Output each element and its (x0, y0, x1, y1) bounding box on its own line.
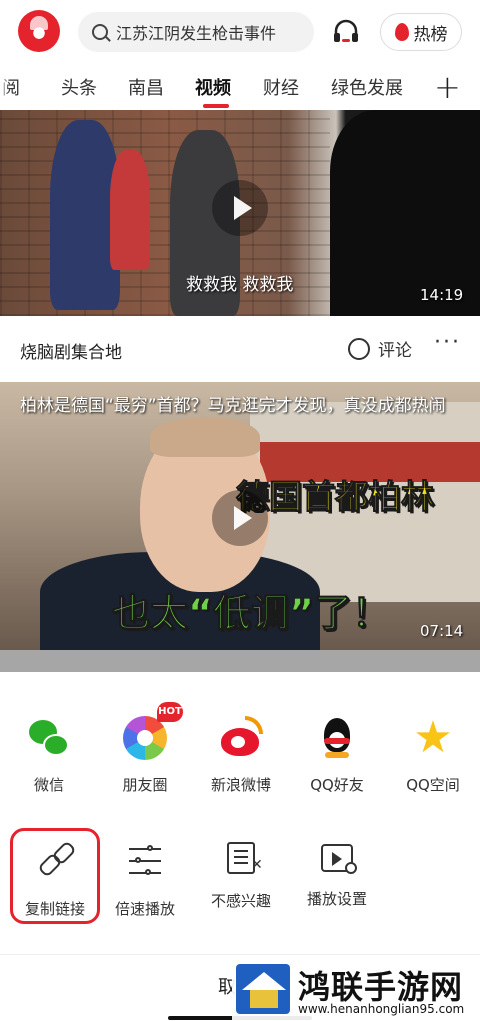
link-icon (33, 838, 77, 882)
action-label: 倍速播放 (114, 900, 175, 918)
action-label: 不感兴趣 (210, 892, 271, 910)
hot-badge: HOT (157, 702, 183, 722)
hot-list-button[interactable]: 热榜 (380, 13, 462, 51)
playback-speed-button[interactable]: 倍速播放 (100, 828, 190, 919)
video-duration: 14:19 (420, 286, 464, 304)
comment-button[interactable]: 评论 (348, 336, 412, 361)
hot-list-label: 热榜 (413, 24, 448, 45)
comment-icon (348, 337, 370, 360)
flame-icon (394, 23, 409, 41)
top-header: 江苏江阴发生枪击事件 热榜 (0, 0, 480, 64)
share-targets: 微信 HOT 朋友圈 新浪微博 QQ好友 ★ QQ空间 (0, 702, 480, 806)
tab-nanchang[interactable]: 南昌 (128, 74, 164, 100)
play-settings-button[interactable]: 播放设置 (292, 828, 382, 909)
tab-video[interactable]: 视频 (195, 74, 231, 100)
play-icon[interactable] (212, 180, 268, 236)
share-qq[interactable]: QQ好友 (292, 716, 382, 795)
video-meta-1: 烧脑剧集合地 评论 ··· (0, 316, 480, 378)
tab-green-development[interactable]: 绿色发展 (331, 74, 403, 100)
tabs-fade (0, 64, 10, 108)
comment-label: 评论 (378, 341, 412, 361)
video-duration: 07:14 (420, 622, 464, 640)
video-thumbnail-2[interactable]: 柏林是德国“最穷”首都？马克逛完才发现，真没成都热闹 德国首都柏林 也太“低调”… (0, 382, 480, 650)
search-text: 江苏江阴发生枪击事件 (116, 24, 277, 43)
qzone-icon: ★ (413, 712, 453, 763)
video-figure (110, 150, 150, 270)
video-caption-bottom: 也太“低调”了！ (112, 591, 391, 636)
play-icon[interactable] (212, 490, 268, 546)
share-label: 新浪微博 (210, 776, 271, 794)
qq-icon (315, 716, 359, 760)
share-moments[interactable]: HOT 朋友圈 (100, 702, 190, 795)
channel-tabs: 阅 头条 南昌 视频 财经 绿色发展 + (0, 64, 480, 108)
share-actions: 复制链接 倍速播放 ✕ 不感兴趣 播放设置 (0, 828, 480, 938)
share-label: 朋友圈 (122, 776, 168, 794)
video-title: 柏林是德国“最穷”首都？马克逛完才发现，真没成都热闹 (20, 396, 446, 416)
weibo-icon (219, 716, 263, 760)
speed-icon (123, 838, 167, 882)
action-label: 播放设置 (306, 890, 367, 908)
share-qzone[interactable]: ★ QQ空间 (388, 716, 478, 795)
wechat-icon (27, 716, 71, 760)
headphone-icon[interactable] (332, 17, 360, 45)
search-bar[interactable]: 江苏江阴发生枪击事件 (78, 12, 314, 52)
more-options-icon[interactable]: ··· (434, 330, 461, 355)
play-settings-icon (321, 844, 357, 874)
not-interested-button[interactable]: ✕ 不感兴趣 (196, 828, 286, 911)
add-channel-icon[interactable]: + (434, 68, 461, 106)
moments-icon: HOT (123, 702, 183, 760)
search-icon (92, 24, 108, 40)
video-thumbnail-1[interactable]: 救救我 救救我 14:19 (0, 110, 480, 316)
share-label: 微信 (33, 776, 64, 794)
action-label: 复制链接 (24, 900, 85, 918)
watermark: 鸿联手游网 www.henanhonglian95.com (232, 960, 480, 1021)
share-label: QQ空间 (406, 776, 460, 794)
video-source[interactable]: 烧脑剧集合地 (20, 338, 122, 363)
video-figure (150, 417, 260, 457)
share-weibo[interactable]: 新浪微博 (196, 716, 286, 795)
tab-headlines[interactable]: 头条 (61, 74, 97, 100)
app-logo[interactable] (18, 10, 60, 52)
dislike-icon: ✕ (227, 842, 263, 874)
active-tab-indicator (203, 104, 229, 108)
tab-finance[interactable]: 财经 (263, 74, 299, 100)
overlay-dim[interactable] (0, 650, 480, 672)
video-subtitle: 救救我 救救我 (186, 275, 294, 295)
share-label: QQ好友 (310, 776, 364, 794)
watermark-url: www.henanhonglian95.com (298, 1002, 465, 1016)
share-wechat[interactable]: 微信 (4, 716, 94, 795)
watermark-logo-icon (236, 964, 290, 1014)
copy-link-button[interactable]: 复制链接 (10, 828, 100, 919)
